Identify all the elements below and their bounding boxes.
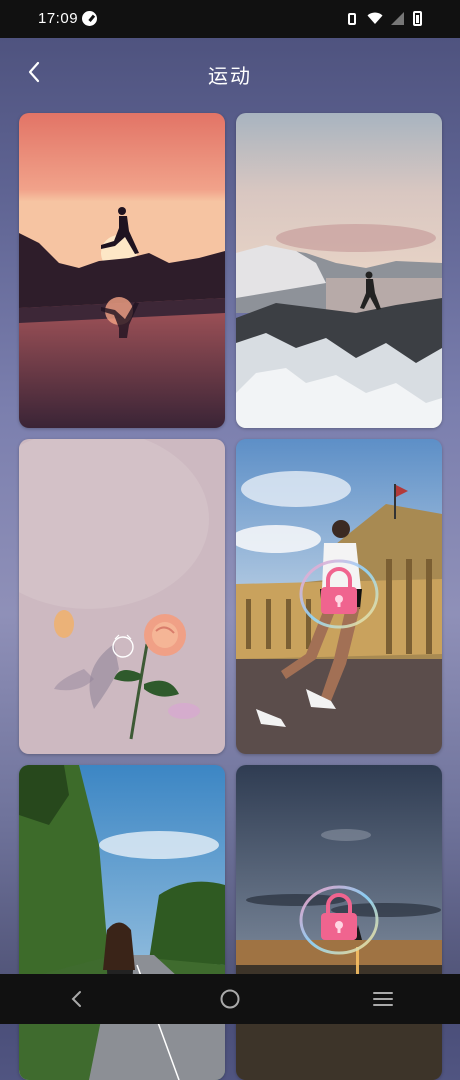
nav-back-button[interactable]	[47, 974, 107, 1024]
vibrate-icon	[345, 12, 359, 26]
nav-menu-button[interactable]	[353, 974, 413, 1024]
wallpaper-tile[interactable]	[19, 765, 225, 1080]
nav-home-icon	[220, 989, 240, 1009]
wallpaper-image	[19, 439, 225, 754]
cell-signal-icon	[391, 12, 405, 25]
page-title: 运动	[208, 66, 252, 88]
nav-menu-icon	[373, 992, 394, 1006]
system-nav-bar	[0, 974, 460, 1024]
nav-home-button[interactable]	[200, 974, 260, 1024]
lock-icon	[299, 559, 379, 629]
wallpaper-tile[interactable]	[19, 113, 225, 428]
wallpaper-tile[interactable]	[236, 765, 442, 1080]
wallpaper-tile[interactable]	[236, 113, 442, 428]
wallpaper-tile[interactable]	[19, 439, 225, 754]
status-time: 17:09	[38, 10, 79, 27]
lock-icon	[299, 885, 379, 955]
nav-back-icon	[71, 991, 81, 1007]
header: 运动	[0, 38, 460, 106]
status-icons	[345, 11, 422, 26]
wallpaper-tile[interactable]	[236, 439, 442, 754]
wifi-icon	[367, 12, 383, 25]
wallpaper-image	[19, 113, 225, 428]
battery-icon	[413, 11, 422, 26]
wallpaper-image	[236, 113, 442, 428]
data-speed-icon	[82, 11, 97, 26]
status-bar: 17:09	[0, 0, 460, 38]
wallpaper-image	[19, 765, 225, 1080]
